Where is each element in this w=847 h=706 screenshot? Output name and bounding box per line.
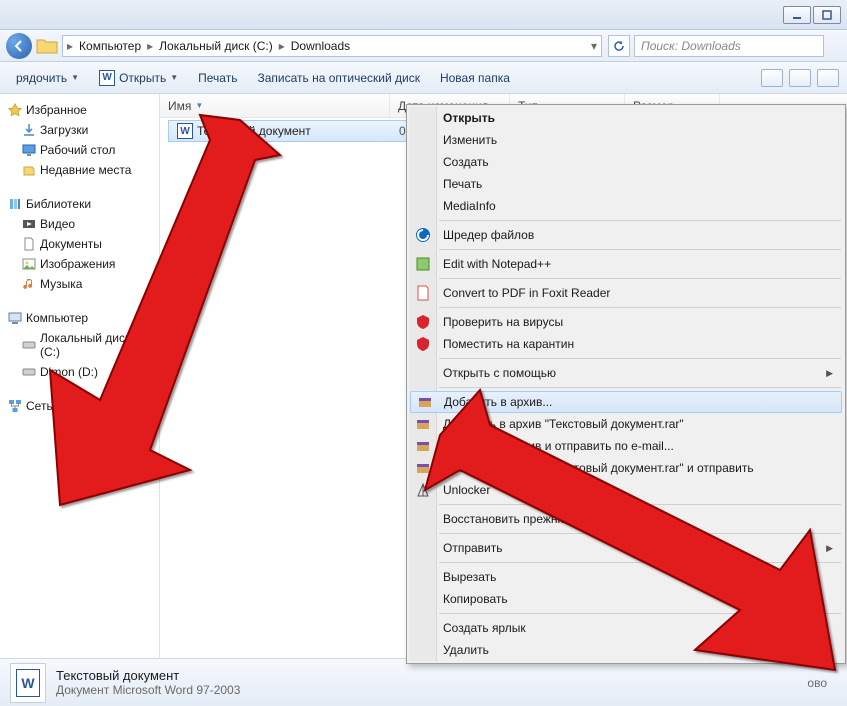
ctx-edit[interactable]: Изменить — [409, 129, 843, 151]
ctx-add-archive[interactable]: Добавить в архив... — [410, 391, 842, 413]
sidebar-item-disk-c[interactable]: Локальный диск (C:) — [4, 328, 155, 362]
new-folder-button[interactable]: Новая папка — [432, 67, 518, 89]
column-name[interactable]: Имя▼ — [160, 94, 390, 117]
ctx-unlocker[interactable]: Unlocker — [409, 479, 843, 501]
ctx-delete[interactable]: Удалить — [409, 639, 843, 661]
winrar-icon — [415, 416, 431, 432]
file-thumbnail: W — [10, 663, 46, 703]
winrar-icon — [415, 438, 431, 454]
ctx-add-archive-named-send[interactable]: Добавить в архив "Текстовый документ.rar… — [409, 457, 843, 479]
ctx-shredder[interactable]: Шредер файлов — [409, 224, 843, 246]
open-button[interactable]: WОткрыть ▼ — [91, 66, 186, 90]
breadcrumb[interactable]: ▸ Компьютер▸ Локальный диск (C:)▸ Downlo… — [62, 35, 602, 57]
details-extra: ово — [807, 676, 827, 690]
word-icon: W — [99, 70, 115, 86]
help-button[interactable] — [817, 69, 839, 87]
address-bar: ▸ Компьютер▸ Локальный диск (C:)▸ Downlo… — [0, 30, 847, 62]
ccleaner-icon — [415, 227, 431, 243]
preview-pane-button[interactable] — [789, 69, 811, 87]
navigation-pane: Избранное Загрузки Рабочий стол Недавние… — [0, 94, 160, 660]
crumb-computer[interactable]: Компьютер — [73, 39, 147, 53]
organize-button[interactable]: рядочить ▼ — [8, 67, 87, 89]
ctx-copy[interactable]: Копировать — [409, 588, 843, 610]
file-list: Имя▼ Дата изменения Тип Размер WТекстовы… — [160, 94, 847, 660]
ctx-quarantine[interactable]: Поместить на карантин — [409, 333, 843, 355]
view-options-button[interactable] — [761, 69, 783, 87]
folder-icon — [36, 37, 58, 55]
winrar-icon — [417, 394, 433, 410]
sidebar-favorites-head[interactable]: Избранное — [4, 100, 155, 120]
sidebar-item-videos[interactable]: Видео — [4, 214, 155, 234]
details-pane: W Текстовый документ Документ Microsoft … — [0, 658, 847, 706]
ctx-sendto[interactable]: Отправить▶ — [409, 537, 843, 559]
sidebar-libraries-head[interactable]: Библиотеки — [4, 194, 155, 214]
details-type: Документ Microsoft Word 97-2003 — [56, 683, 240, 697]
sidebar-item-disk-d[interactable]: Dimon (D:) — [4, 362, 155, 382]
ctx-mediainfo[interactable]: MediaInfo — [409, 195, 843, 217]
foxit-icon — [415, 285, 431, 301]
ctx-create[interactable]: Создать — [409, 151, 843, 173]
ctx-add-archive-named[interactable]: Добавить в архив "Текстовый документ.rar… — [409, 413, 843, 435]
kaspersky-icon — [415, 336, 431, 352]
ctx-add-archive-email[interactable]: Добавить в архив и отправить по e-mail..… — [409, 435, 843, 457]
winrar-icon — [415, 460, 431, 476]
search-input[interactable]: Поиск: Downloads — [634, 35, 824, 57]
sidebar-item-pictures[interactable]: Изображения — [4, 254, 155, 274]
ctx-shortcut[interactable]: Создать ярлык — [409, 617, 843, 639]
sidebar-computer-head[interactable]: Компьютер — [4, 308, 155, 328]
ctx-openwith[interactable]: Открыть с помощью▶ — [409, 362, 843, 384]
minimize-button[interactable] — [783, 6, 811, 24]
crumb-disk-c[interactable]: Локальный диск (C:) — [153, 39, 279, 53]
ctx-restore[interactable]: Восстановить прежнюю версию — [409, 508, 843, 530]
crumb-downloads[interactable]: Downloads — [285, 39, 356, 53]
word-doc-icon: W — [177, 123, 193, 139]
ctx-cut[interactable]: Вырезать — [409, 566, 843, 588]
unlocker-icon — [415, 482, 431, 498]
sidebar-item-downloads[interactable]: Загрузки — [4, 120, 155, 140]
sidebar-item-desktop[interactable]: Рабочий стол — [4, 140, 155, 160]
ctx-foxit[interactable]: Convert to PDF in Foxit Reader — [409, 282, 843, 304]
command-bar: рядочить ▼ WОткрыть ▼ Печать Записать на… — [0, 62, 847, 94]
nav-back-button[interactable] — [6, 33, 32, 59]
sidebar-network-head[interactable]: Сеть — [4, 396, 155, 416]
maximize-button[interactable] — [813, 6, 841, 24]
sidebar-item-recent[interactable]: Недавние места — [4, 160, 155, 180]
ctx-print[interactable]: Печать — [409, 173, 843, 195]
burn-button[interactable]: Записать на оптический диск — [249, 67, 428, 89]
breadcrumb-dropdown[interactable]: ▾ — [591, 39, 597, 53]
print-button[interactable]: Печать — [190, 67, 245, 89]
ctx-virus[interactable]: Проверить на вирусы — [409, 311, 843, 333]
sidebar-item-music[interactable]: Музыка — [4, 274, 155, 294]
content-area: Избранное Загрузки Рабочий стол Недавние… — [0, 94, 847, 660]
ctx-open[interactable]: Открыть — [409, 107, 843, 129]
kaspersky-icon — [415, 314, 431, 330]
notepadpp-icon — [415, 256, 431, 272]
refresh-button[interactable] — [608, 35, 630, 57]
window-titlebar — [0, 0, 847, 30]
context-menu: Открыть Изменить Создать Печать MediaInf… — [406, 104, 846, 664]
details-title: Текстовый документ — [56, 668, 240, 683]
ctx-notepadpp[interactable]: Edit with Notepad++ — [409, 253, 843, 275]
sidebar-item-documents[interactable]: Документы — [4, 234, 155, 254]
